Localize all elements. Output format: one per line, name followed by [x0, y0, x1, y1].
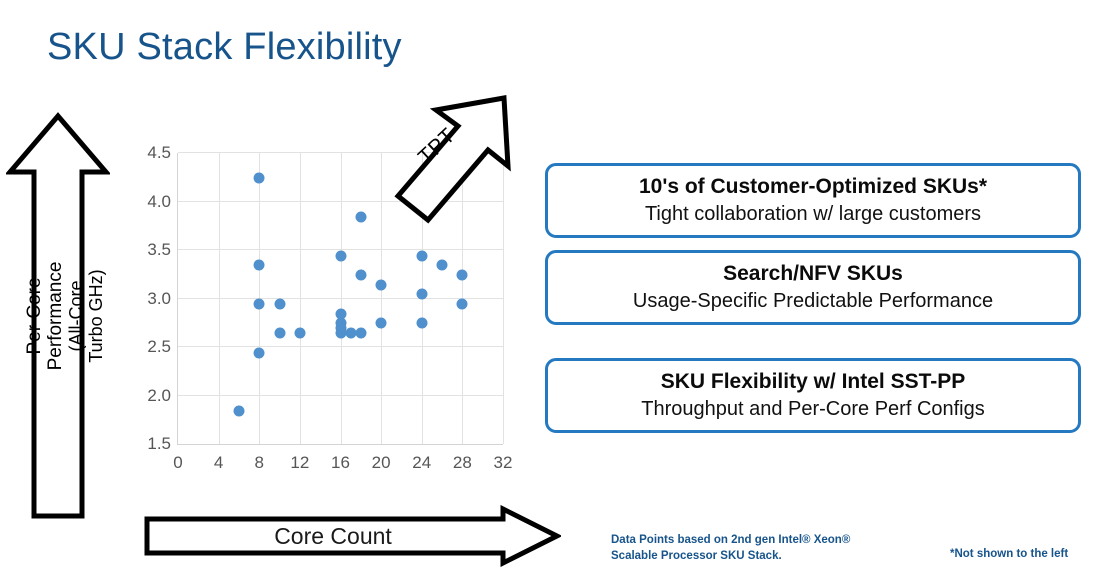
- x-axis-tick-label: 12: [290, 453, 310, 472]
- gridline-vertical: [381, 153, 383, 444]
- data-point: [335, 250, 346, 261]
- y-axis-arrow-callout: Per-Core Performance (All-Core Turbo GHz…: [6, 112, 110, 520]
- data-point: [456, 269, 468, 281]
- gridline-vertical: [340, 153, 342, 444]
- x-axis-tick-label: 16: [331, 453, 350, 472]
- y-axis-tick-label: 2.0: [147, 385, 171, 405]
- footnote-asterisk: *Not shown to the left: [950, 548, 1069, 560]
- callout-box-customer-optimized-skus[interactable]: 10's of Customer-Optimized SKUs* Tight c…: [545, 163, 1081, 238]
- callout-box-search-nfv-skus[interactable]: Search/NFV SKUs Usage-Specific Predictab…: [545, 250, 1081, 325]
- x-axis-tick-label: 8: [254, 453, 264, 472]
- x-axis-tick-label: 4: [213, 453, 224, 472]
- data-point: [416, 288, 428, 300]
- data-point: [355, 327, 367, 339]
- page-title: SKU Stack Flexibility: [47, 26, 402, 68]
- data-point: [355, 269, 367, 281]
- x-axis-tick-label: 24: [412, 453, 432, 472]
- diagonal-up-right-arrow-icon: [394, 95, 511, 224]
- y-axis-tick-label: 1.5: [147, 434, 171, 453]
- y-axis-tick-label: 3.0: [147, 288, 171, 308]
- y-axis-tick-label: 2.5: [147, 337, 171, 356]
- x-axis-tick-label: 0: [173, 453, 183, 472]
- data-point: [253, 172, 265, 184]
- data-point: [274, 327, 286, 339]
- gridline-vertical: [299, 153, 301, 444]
- callout-subtext: Throughput and Per-Core Perf Configs: [641, 397, 985, 420]
- y-axis-tick-label: 4.0: [147, 191, 171, 211]
- callout-heading: SKU Flexibility w/ Intel SST-PP: [660, 370, 966, 394]
- y-axis-label-line2: (All-Core Turbo GHz): [66, 269, 107, 363]
- data-point: [233, 405, 245, 417]
- data-point: [456, 298, 468, 310]
- y-axis-tick-label: 4.5: [147, 143, 171, 162]
- data-point: [436, 259, 448, 271]
- data-point: [253, 298, 265, 310]
- x-axis-arrow-callout: Core Count: [143, 505, 561, 567]
- tpt-arrow-graphic: [392, 92, 517, 227]
- data-point: [416, 250, 428, 261]
- data-point: [294, 327, 306, 339]
- y-axis-label-line1: Per-Core Performance: [23, 261, 66, 371]
- data-point: [375, 279, 387, 291]
- callout-subtext: Usage-Specific Predictable Performance: [632, 289, 994, 312]
- data-point: [416, 317, 428, 329]
- y-axis-tick-label: 3.5: [147, 240, 171, 259]
- x-axis-tick-label: 28: [452, 453, 472, 472]
- gridline-vertical: [218, 153, 220, 444]
- callout-box-sku-flexibility-sst-pp[interactable]: SKU Flexibility w/ Intel SST-PP Throughp…: [545, 358, 1081, 433]
- data-point: [355, 211, 367, 223]
- callout-subtext: Tight collaboration w/ large customers: [644, 202, 982, 225]
- footnote-source: Data Points based on 2nd gen Intel® Xeon…: [611, 534, 851, 562]
- callout-heading: 10's of Customer-Optimized SKUs*: [638, 175, 988, 199]
- x-axis-tick-label: 20: [371, 453, 391, 472]
- data-point: [253, 259, 265, 271]
- data-point: [274, 298, 286, 310]
- x-axis-tick-label: 32: [493, 453, 513, 472]
- data-point: [253, 347, 265, 358]
- data-point: [375, 317, 387, 329]
- callout-heading: Search/NFV SKUs: [723, 262, 903, 286]
- x-axis-arrow-text: Core Count: [274, 522, 392, 549]
